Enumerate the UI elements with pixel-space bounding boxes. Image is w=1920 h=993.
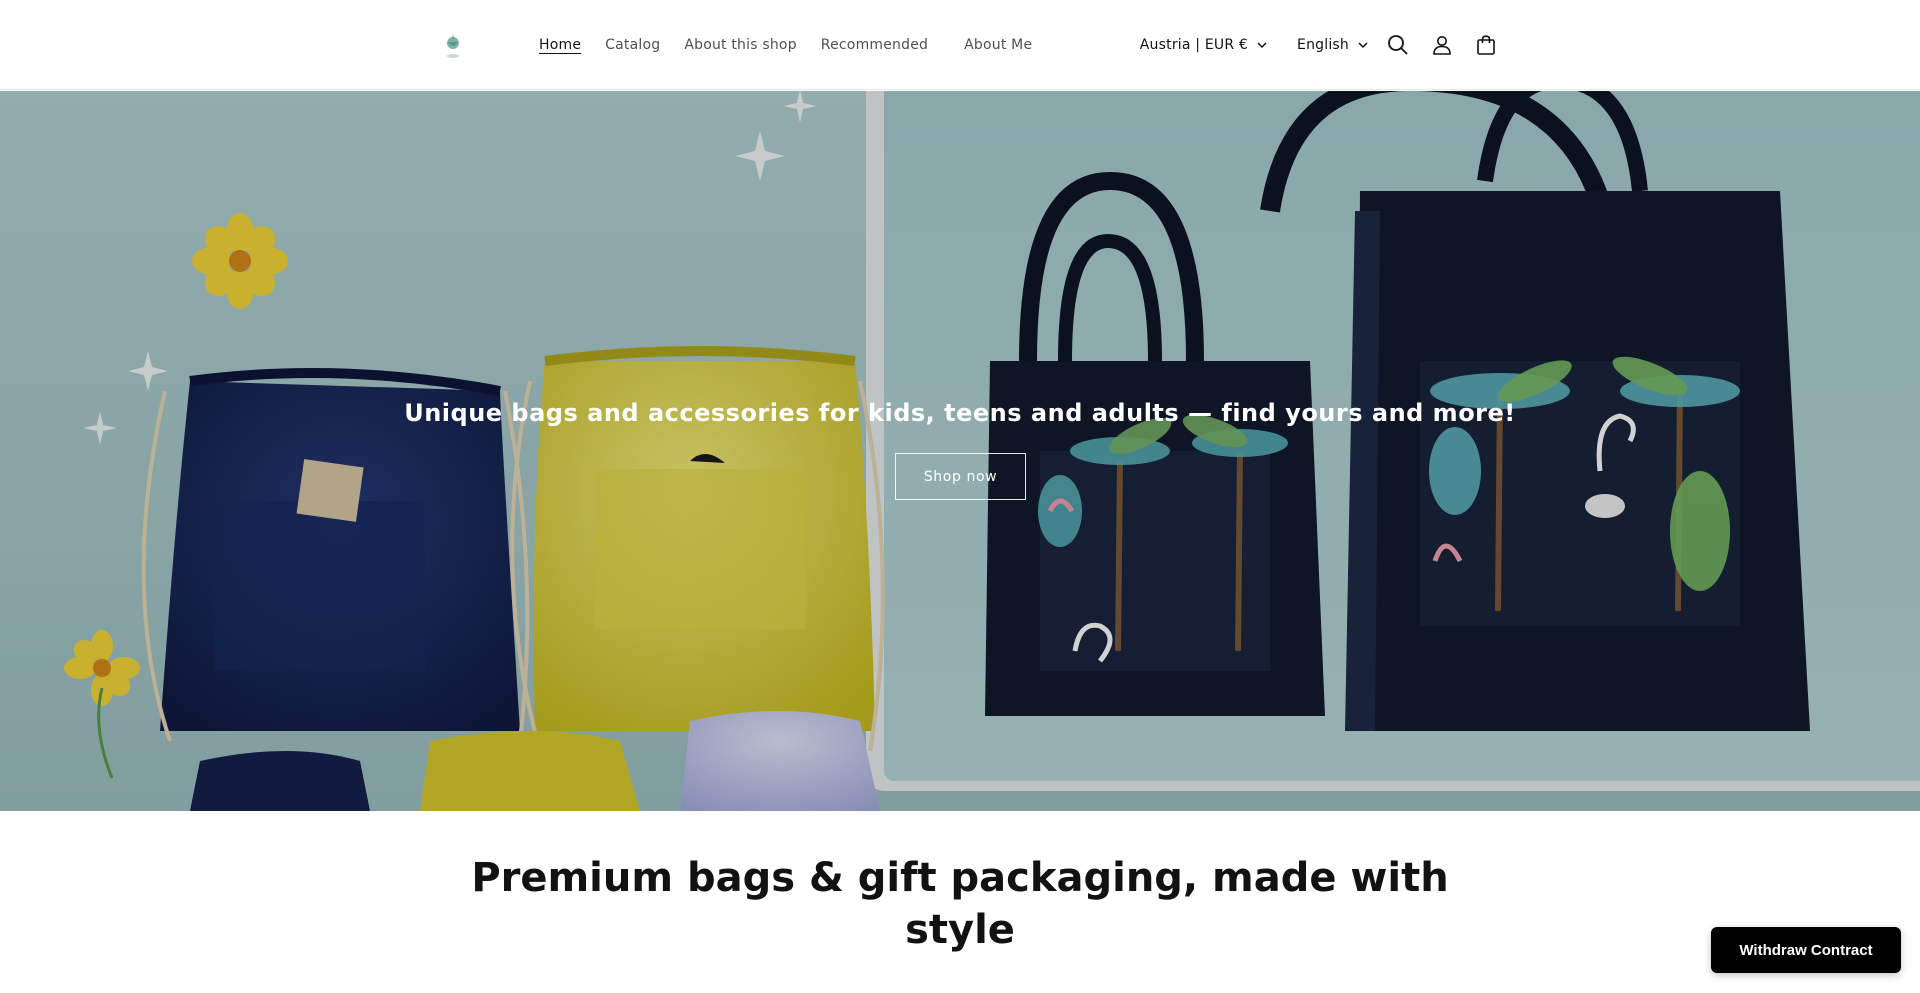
shop-now-button[interactable]: Shop now <box>895 453 1026 500</box>
account-button[interactable] <box>1420 23 1464 67</box>
withdraw-contract-button[interactable]: Withdraw Contract <box>1711 927 1901 973</box>
site-header: Home Catalog About this shop Recommended… <box>0 0 1920 90</box>
main-navigation: Home Catalog About this shop Recommended… <box>527 0 1044 90</box>
section-headline: Premium bags & gift packaging, made with… <box>0 852 1920 956</box>
search-button[interactable] <box>1376 23 1420 67</box>
nav-catalog[interactable]: Catalog <box>593 37 672 53</box>
chevron-down-icon <box>1257 42 1267 49</box>
headline-line-1: Premium bags & gift packaging, made with <box>471 855 1449 901</box>
hero-overlay <box>0 91 1920 811</box>
country-selector[interactable]: Austria | EUR € <box>1132 37 1275 53</box>
account-icon <box>1433 36 1451 55</box>
nav-home[interactable]: Home <box>527 37 593 53</box>
nav-about-me[interactable]: About Me <box>952 37 1044 53</box>
nav-recommended[interactable]: Recommended <box>809 37 940 53</box>
shop-logo-icon[interactable] <box>440 30 466 60</box>
hero-banner: Unique bags and accessories for kids, te… <box>0 91 1920 811</box>
search-icon <box>1388 35 1408 55</box>
country-selector-label: Austria | EUR € <box>1139 37 1249 53</box>
header-tools: Austria | EUR € English <box>1132 0 1508 90</box>
chevron-down-icon <box>1358 42 1368 49</box>
headline-line-2: style <box>905 907 1015 953</box>
nav-about-this-shop[interactable]: About this shop <box>672 37 808 53</box>
cart-button[interactable] <box>1464 23 1508 67</box>
hero-tagline: Unique bags and accessories for kids, te… <box>404 399 1516 427</box>
cart-icon <box>1477 35 1495 55</box>
language-selector[interactable]: English <box>1289 37 1376 53</box>
language-selector-label: English <box>1297 37 1349 53</box>
